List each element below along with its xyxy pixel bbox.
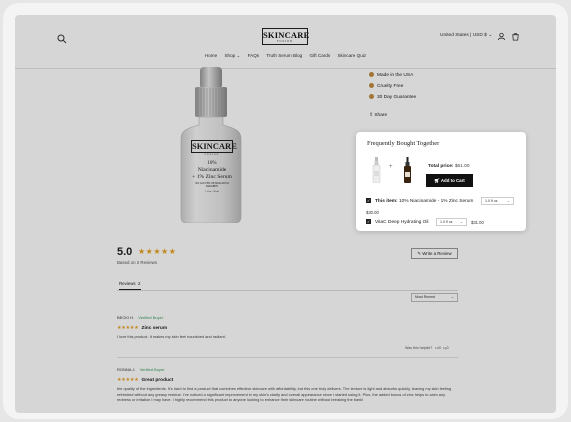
checkbox-item-1[interactable]: ✓: [366, 198, 371, 203]
cart-icon: 🛒︎: [434, 178, 441, 183]
product-thumb-serum[interactable]: [372, 157, 381, 183]
variant-select-1[interactable]: 1.0 fl oz ⌄: [481, 197, 514, 205]
variant-select-2[interactable]: 1.0 fl oz ⌄: [436, 218, 467, 226]
total-price: Total price: $61.00: [428, 164, 470, 169]
variant-value: 1.0 fl oz: [485, 199, 498, 203]
product-thumb-oil[interactable]: [403, 157, 412, 183]
bundle-item-price-2: $31.00: [471, 220, 484, 225]
browser-frame: SKINCARE FUSION United States | USD $ ⌄ …: [3, 3, 568, 419]
bundle-item-1: ✓ This item: 10% Niacinamide - 1% Zinc Se…: [366, 198, 473, 204]
checkbox-item-2[interactable]: ✓: [366, 219, 371, 224]
total-label: Total price:: [428, 164, 454, 169]
bundle-item-2: ✓ VitaC Deep Hydrating Oil: [366, 219, 429, 225]
add-to-cart-button[interactable]: 🛒︎ Add to Cart: [426, 174, 473, 187]
chevron-down-icon: ⌄: [506, 199, 510, 203]
this-item-prefix: This item:: [375, 198, 398, 204]
bundle-item-name: 10% Niacinamide - 1% Zinc Serum: [399, 198, 474, 204]
variant-value: 1.0 fl oz: [440, 220, 453, 224]
total-value: $61.00: [454, 164, 470, 169]
bundle-item-price-1: $30.00: [366, 210, 379, 215]
bundle-item-name: VitaC Deep Hydrating Oil: [375, 219, 429, 225]
plus-icon: +: [389, 164, 393, 170]
popup-title: Frequently Bought Together: [367, 140, 440, 147]
product-page: SKINCARE FUSION United States | USD $ ⌄ …: [15, 15, 556, 413]
frequently-bought-popup: Frequently Bought Together + Total price…: [356, 132, 526, 231]
chevron-down-icon: ⌄: [459, 220, 463, 224]
add-to-cart-label: Add to Cart: [440, 178, 465, 183]
